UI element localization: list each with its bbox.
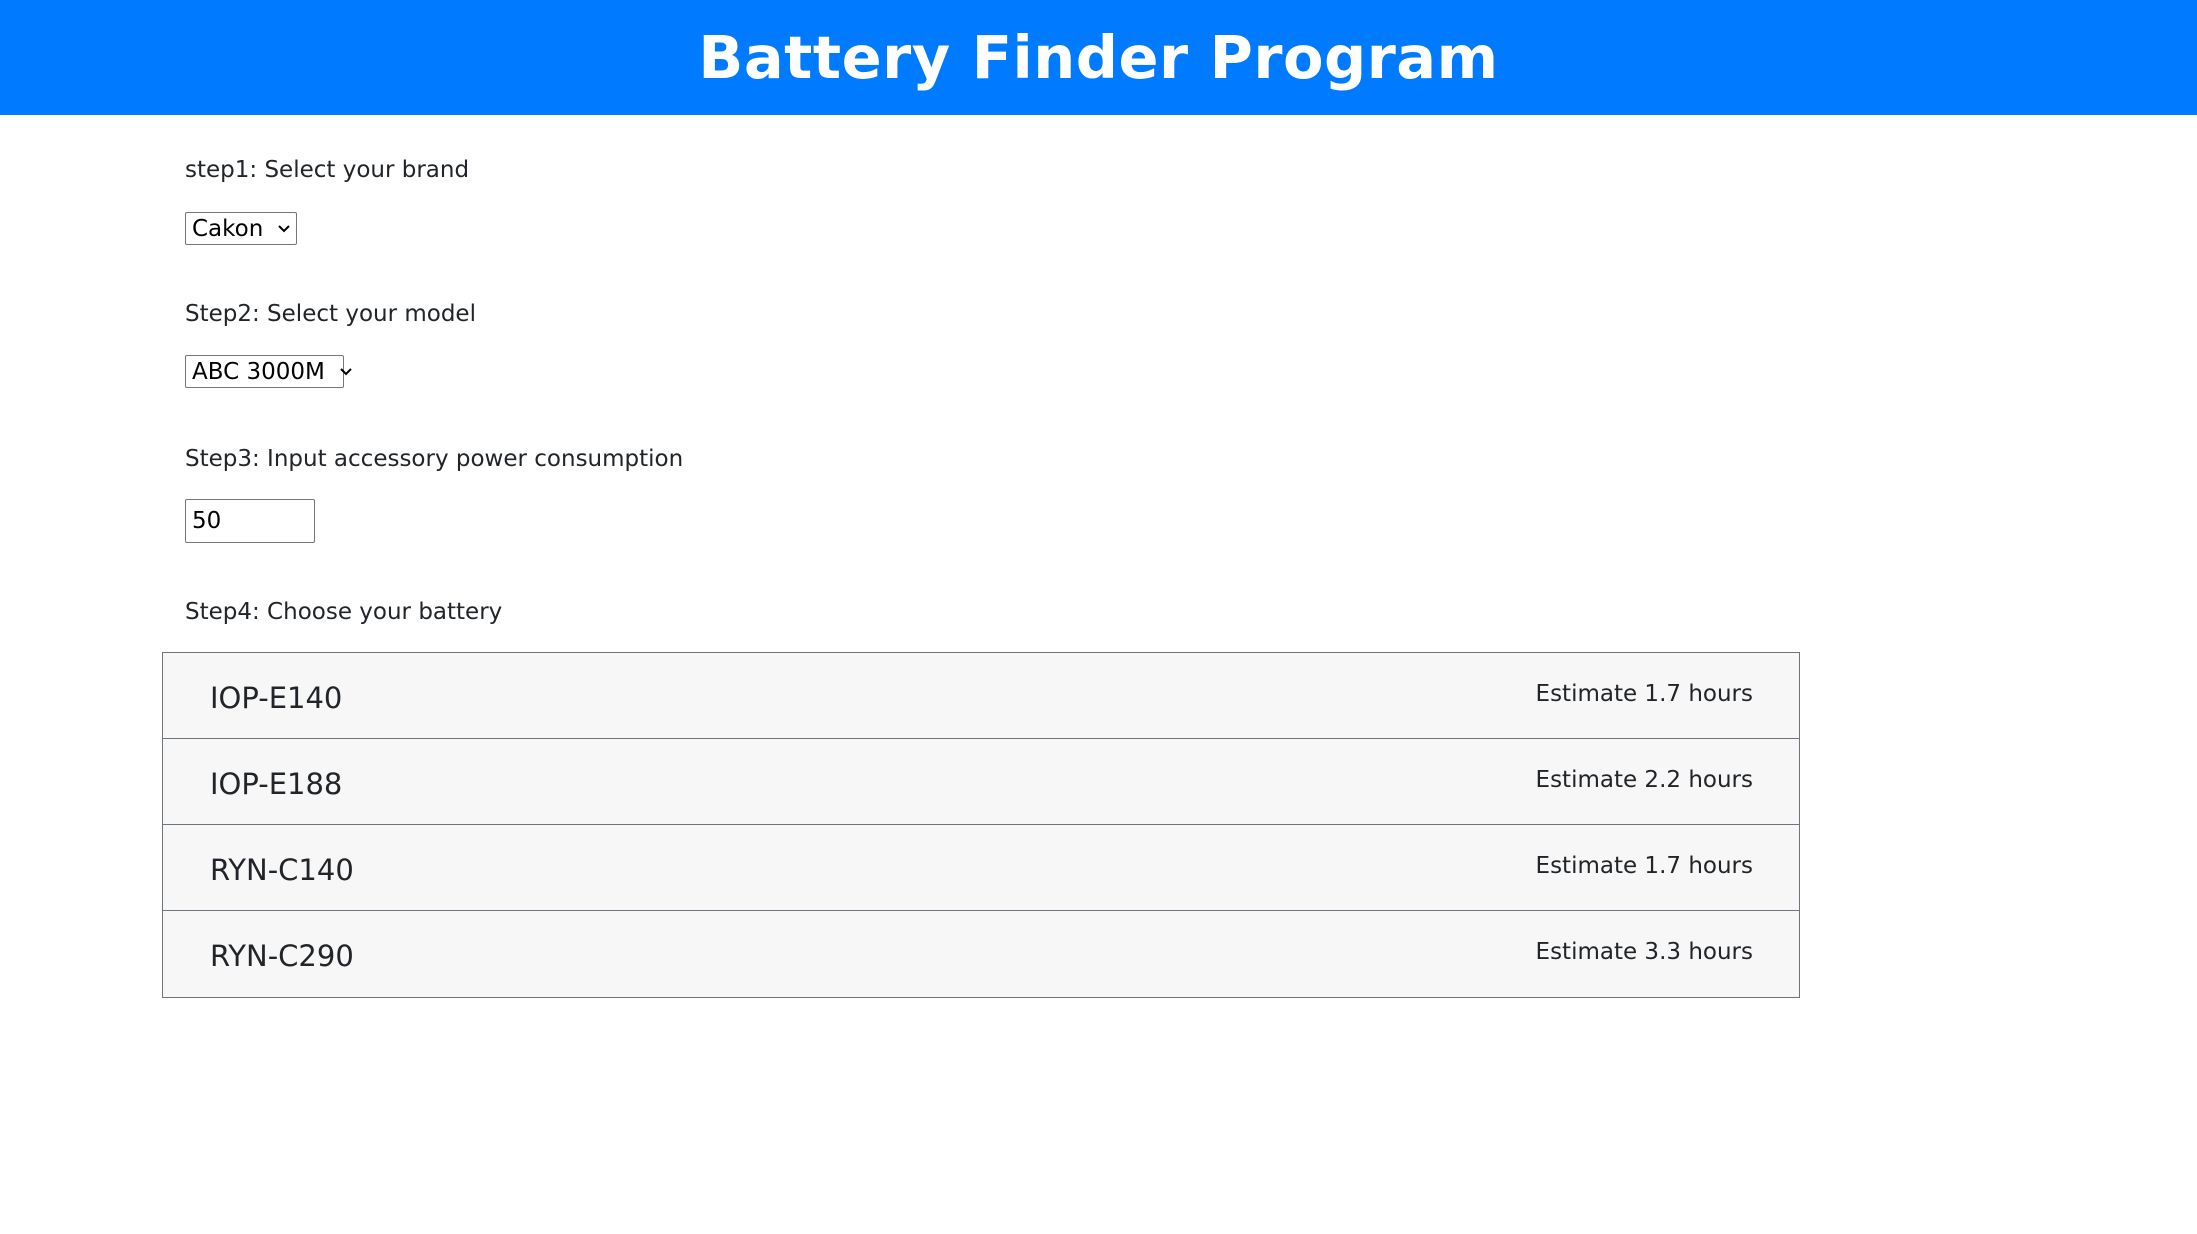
step1-label: step1: Select your brand bbox=[185, 157, 470, 183]
battery-name: RYN-C290 bbox=[210, 939, 354, 973]
battery-estimate: Estimate 2.2 hours bbox=[1535, 766, 1753, 793]
brand-select-value: Cakon bbox=[192, 215, 264, 242]
battery-estimate: Estimate 3.3 hours bbox=[1535, 939, 1753, 965]
chevron-down-icon bbox=[339, 364, 353, 380]
step4-label: Step4: Choose your battery bbox=[185, 599, 503, 625]
battery-name: IOP-E188 bbox=[210, 766, 343, 801]
page-title: Battery Finder Program bbox=[698, 23, 1499, 92]
battery-item[interactable]: IOP-E140 Estimate 1.7 hours bbox=[163, 653, 1799, 739]
power-consumption-input[interactable] bbox=[185, 499, 315, 543]
step3-label: Step3: Input accessory power consumption bbox=[185, 446, 684, 472]
battery-name: IOP-E140 bbox=[210, 680, 343, 715]
brand-select[interactable]: Cakon bbox=[185, 212, 297, 245]
battery-item[interactable]: RYN-C290 Estimate 3.3 hours bbox=[163, 911, 1799, 997]
battery-list: IOP-E140 Estimate 1.7 hours IOP-E188 Est… bbox=[162, 652, 1800, 998]
battery-item[interactable]: RYN-C140 Estimate 1.7 hours bbox=[163, 825, 1799, 911]
model-select[interactable]: ABC 3000M bbox=[185, 355, 352, 388]
battery-estimate: Estimate 1.7 hours bbox=[1535, 680, 1753, 707]
battery-estimate: Estimate 1.7 hours bbox=[1535, 852, 1753, 879]
chevron-down-icon bbox=[277, 221, 291, 237]
battery-item[interactable]: IOP-E188 Estimate 2.2 hours bbox=[163, 739, 1799, 825]
step2-label: Step2: Select your model bbox=[185, 301, 476, 327]
battery-name: RYN-C140 bbox=[210, 852, 354, 887]
model-select-value: ABC 3000M bbox=[192, 358, 325, 385]
app-header: Battery Finder Program bbox=[0, 0, 2197, 115]
